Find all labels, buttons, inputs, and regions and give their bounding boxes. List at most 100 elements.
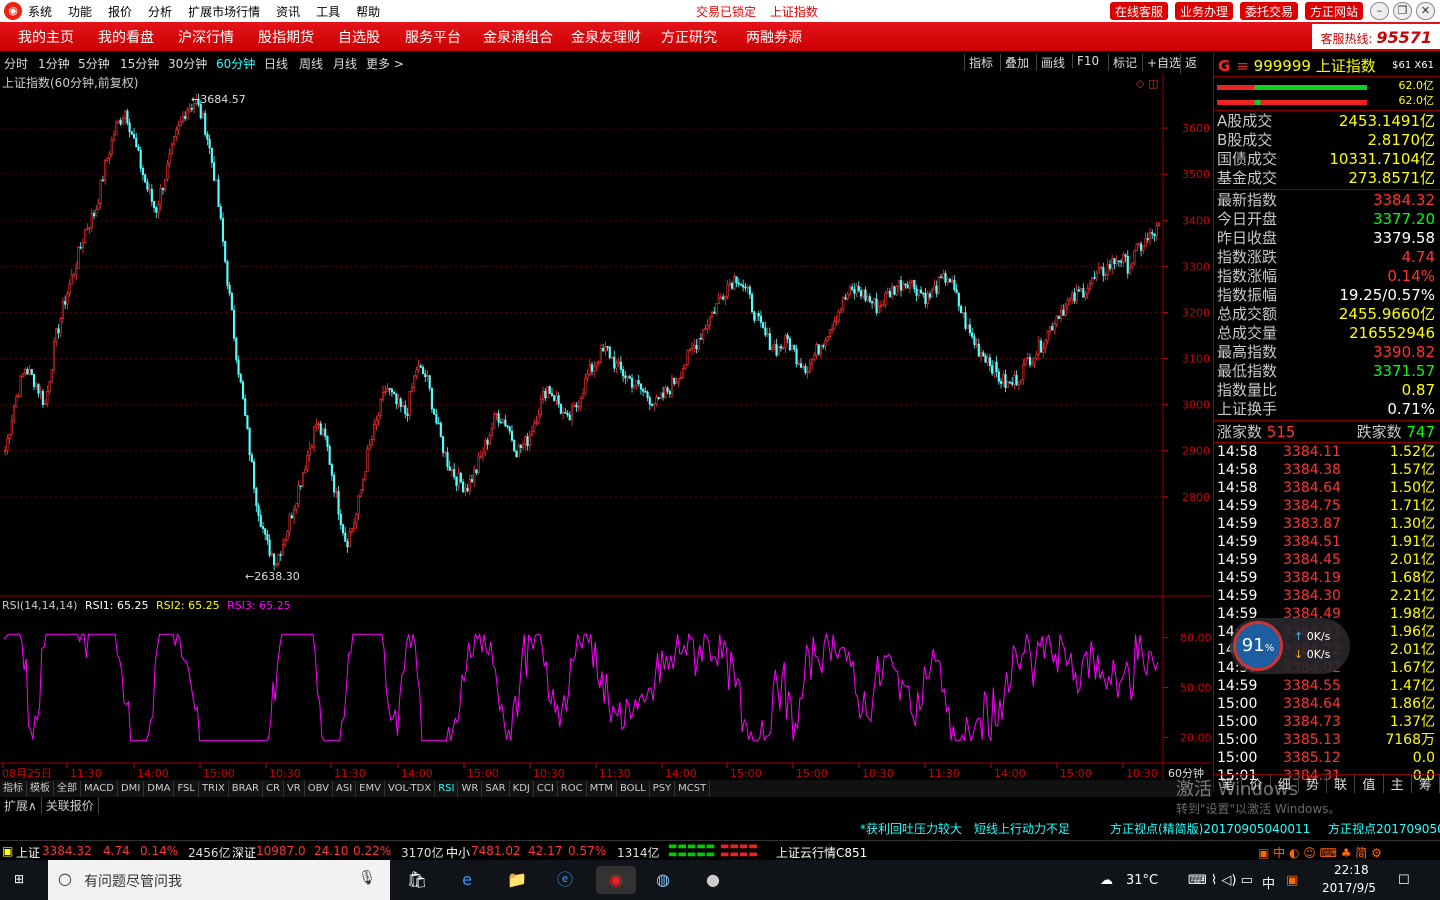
- menu-icon[interactable]: ≡: [1236, 57, 1253, 75]
- indicator-tab[interactable]: BRAR: [229, 780, 263, 797]
- ie-icon[interactable]: ⓔ: [550, 866, 580, 894]
- tick-row[interactable]: 14:59 3384.51 1.91亿: [1214, 533, 1440, 551]
- nav-portfolio[interactable]: 金泉涌组合: [483, 27, 553, 47]
- indicator-tab[interactable]: EMV: [356, 780, 385, 797]
- app-icon-3[interactable]: ●: [698, 866, 728, 894]
- store-icon[interactable]: 🛍: [402, 866, 432, 894]
- nav-margin[interactable]: 两融券源: [746, 27, 802, 47]
- indicator-tab[interactable]: MCST: [675, 780, 711, 797]
- cloud-quote[interactable]: 上证云行情C851: [776, 844, 867, 861]
- news-2[interactable]: 短线上行动力不足: [974, 820, 1070, 837]
- tick-row[interactable]: 14:59 3384.55 1.47亿: [1214, 677, 1440, 695]
- tool-draw[interactable]: 画线: [1036, 54, 1069, 71]
- kline-chart-svg[interactable]: 上证指数(60分钟,前复权) ◇ ◫ ←3684.57 ←2638.30 RSI…: [0, 74, 1212, 780]
- nav-futures[interactable]: 股指期货: [258, 27, 314, 47]
- tick-row[interactable]: 15:00 3385.13 7168万: [1214, 731, 1440, 749]
- indicator-tab[interactable]: RSI: [435, 780, 459, 797]
- tool-indicator[interactable]: 指标: [964, 54, 997, 71]
- period-15m[interactable]: 15分钟: [120, 55, 159, 72]
- app-icon-2[interactable]: ◍: [648, 866, 678, 894]
- menu-system[interactable]: 系统: [28, 3, 52, 20]
- network-speed-widget[interactable]: 91% ↑ 0K/s ↓ 0K/s: [1230, 618, 1350, 674]
- nav-watchlist[interactable]: 自选股: [338, 27, 380, 47]
- tick-row[interactable]: 14:59 3384.19 1.68亿: [1214, 569, 1440, 587]
- indicator-tab[interactable]: CR: [263, 780, 284, 797]
- minimize-icon[interactable]: –: [1370, 2, 1389, 20]
- nav-my-board[interactable]: 我的看盘: [98, 27, 154, 47]
- tool-add-watch[interactable]: +自选: [1142, 54, 1185, 71]
- indicator-tab[interactable]: WR: [458, 780, 483, 797]
- tick-row[interactable]: 15:00 3384.73 1.37亿: [1214, 713, 1440, 731]
- tick-row[interactable]: 14:58 3384.38 1.57亿: [1214, 461, 1440, 479]
- detail-tab[interactable]: 联: [1327, 774, 1356, 793]
- edge-icon[interactable]: e: [452, 866, 482, 894]
- news-4[interactable]: 方正视点20170905030: [1328, 820, 1440, 837]
- period-day[interactable]: 日线: [264, 55, 288, 72]
- tray-icons[interactable]: ⌨ ⌇ ◁) ▭: [1188, 873, 1253, 888]
- nav-service[interactable]: 服务平台: [405, 27, 461, 47]
- restore-icon[interactable]: ❐: [1393, 2, 1412, 20]
- ime-indicator[interactable]: 中: [1262, 873, 1275, 892]
- cortana-search[interactable]: ○ 有问题尽管问我 🎙: [48, 860, 390, 900]
- nav-sh-sz[interactable]: 沪深行情: [178, 27, 234, 47]
- clock-time[interactable]: 22:18: [1334, 863, 1369, 877]
- period-more[interactable]: 更多 >: [366, 55, 404, 72]
- menu-tools[interactable]: 工具: [316, 3, 340, 20]
- mic-icon[interactable]: 🎙: [358, 870, 376, 886]
- period-60m[interactable]: 60分钟: [216, 55, 255, 72]
- menu-quote[interactable]: 报价: [108, 3, 132, 20]
- nav-research[interactable]: 方正研究: [661, 27, 717, 47]
- tick-row[interactable]: 14:59 3384.75 1.71亿: [1214, 497, 1440, 515]
- indicator-tab[interactable]: VR: [284, 780, 305, 797]
- indicator-tab[interactable]: VOL-TDX: [385, 780, 436, 797]
- indicator-tab[interactable]: DMI: [118, 780, 145, 797]
- tick-row[interactable]: 15:00 3384.64 1.86亿: [1214, 695, 1440, 713]
- indicator-tab[interactable]: CCI: [534, 780, 558, 797]
- tick-list[interactable]: 14:58 3384.11 1.52亿 14:58 3384.38 1.57亿 14:58 3…: [1214, 443, 1440, 785]
- indicator-tab[interactable]: TRIX: [199, 780, 229, 797]
- period-tick[interactable]: 分时: [4, 55, 28, 72]
- indicator-tab[interactable]: 模板: [27, 780, 54, 797]
- nav-home[interactable]: 我的主页: [18, 27, 74, 47]
- founder-app-icon[interactable]: ◉: [596, 866, 636, 894]
- indicator-tab[interactable]: OBV: [305, 780, 333, 797]
- ext-tab-related[interactable]: 关联报价: [42, 797, 99, 814]
- indicator-tab[interactable]: MTM: [587, 780, 617, 797]
- explorer-icon[interactable]: 📁: [502, 866, 532, 894]
- indicator-tab[interactable]: 全部: [54, 780, 81, 797]
- menu-ext-market[interactable]: 扩展市场行情: [188, 3, 260, 20]
- notification-icon[interactable]: ☐: [1398, 873, 1410, 888]
- close-icon[interactable]: ✕: [1416, 2, 1435, 20]
- tick-row[interactable]: 14:59 3383.87 1.30亿: [1214, 515, 1440, 533]
- indicator-tab[interactable]: 指标: [0, 780, 27, 797]
- detail-tab[interactable]: 主: [1384, 774, 1412, 793]
- nav-finance[interactable]: 金泉友理财: [571, 27, 641, 47]
- period-week[interactable]: 周线: [299, 55, 323, 72]
- indicator-tab[interactable]: BOLL: [617, 780, 650, 797]
- indicator-tab[interactable]: ASI: [333, 780, 357, 797]
- tick-row[interactable]: 14:59 3384.30 2.21亿: [1214, 587, 1440, 605]
- tool-mark[interactable]: 标记: [1108, 54, 1141, 71]
- indicator-tab[interactable]: SAR: [482, 780, 510, 797]
- detail-tab[interactable]: 势: [1299, 774, 1327, 793]
- weather-icon[interactable]: ☁: [1100, 873, 1113, 888]
- online-service-button[interactable]: 在线客服: [1110, 2, 1169, 20]
- indicator-tab[interactable]: MACD: [81, 780, 118, 797]
- indicator-tab[interactable]: FSL: [174, 780, 199, 797]
- chart-collapse-icon[interactable]: ◇ ◫: [1136, 77, 1158, 90]
- website-button[interactable]: 方正网站: [1305, 2, 1364, 20]
- detail-tab[interactable]: 值: [1355, 774, 1384, 793]
- news-3[interactable]: 方正视点(精简版)20170905040011: [1110, 820, 1310, 837]
- clock-date[interactable]: 2017/9/5: [1322, 881, 1376, 895]
- tick-row[interactable]: 14:58 3384.11 1.52亿: [1214, 443, 1440, 461]
- ext-tab-expand[interactable]: 扩展∧: [0, 797, 42, 814]
- tool-overlay[interactable]: 叠加: [1000, 54, 1033, 71]
- period-1m[interactable]: 1分钟: [38, 55, 70, 72]
- menu-info[interactable]: 资讯: [276, 3, 300, 20]
- period-5m[interactable]: 5分钟: [78, 55, 110, 72]
- indicator-tab[interactable]: KDJ: [510, 780, 534, 797]
- chart-area[interactable]: 上证指数(60分钟,前复权) ◇ ◫ ←3684.57 ←2638.30 RSI…: [0, 74, 1212, 780]
- ime-toolbar-icon[interactable]: ▣ 中 ◐ ☺ ⌨ ♣ 简 ⚙: [1258, 844, 1382, 861]
- indicator-tab[interactable]: ROC: [558, 780, 587, 797]
- tray-app-icon[interactable]: ▣: [1286, 873, 1298, 888]
